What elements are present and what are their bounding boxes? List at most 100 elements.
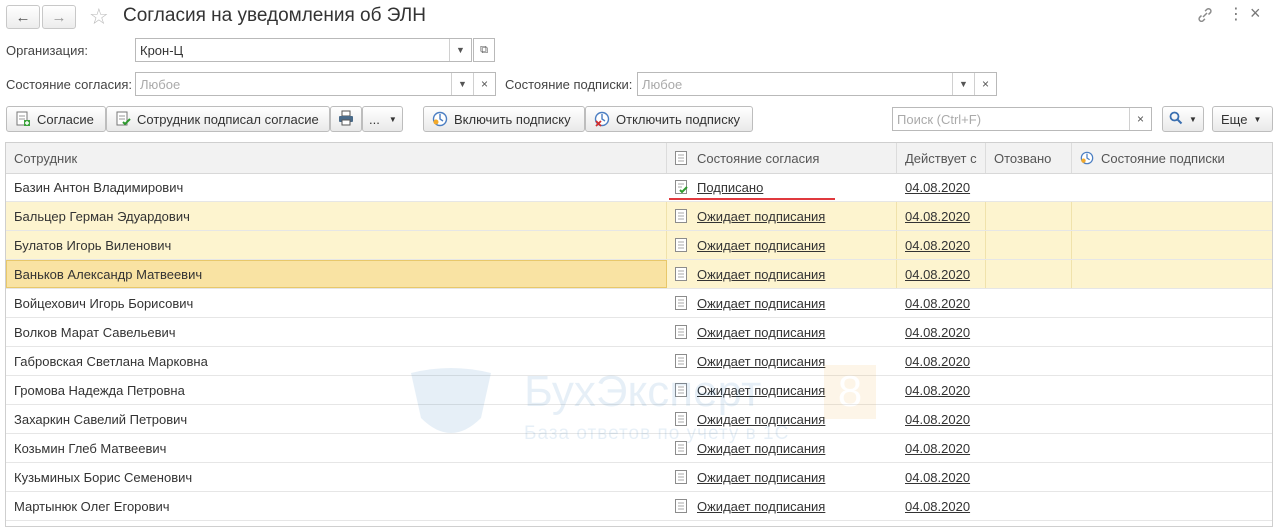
- consent-state-cell[interactable]: Подписано: [667, 173, 897, 201]
- clear-icon[interactable]: ×: [1129, 108, 1151, 130]
- valid-from-cell[interactable]: 04.08.2020: [897, 231, 986, 259]
- employee-name[interactable]: Бальцер Герман Эдуардович: [6, 202, 667, 230]
- table-row[interactable]: Козьмин Глеб Матвеевич Ожидает подписания…: [6, 434, 1272, 463]
- valid-from-link[interactable]: 04.08.2020: [905, 412, 970, 427]
- valid-from-link[interactable]: 04.08.2020: [905, 499, 970, 514]
- valid-from-cell[interactable]: 04.08.2020: [897, 405, 986, 433]
- valid-from-link[interactable]: 04.08.2020: [905, 441, 970, 456]
- consent-state-cell[interactable]: Ожидает подписания: [667, 405, 897, 433]
- valid-from-link[interactable]: 04.08.2020: [905, 470, 970, 485]
- valid-from-link[interactable]: 04.08.2020: [905, 180, 970, 195]
- org-select[interactable]: Крон-Ц ▼: [135, 38, 472, 62]
- consent-state-cell[interactable]: Ожидает подписания: [667, 376, 897, 404]
- consent-state-link[interactable]: Ожидает подписания: [697, 470, 825, 485]
- valid-from-cell[interactable]: 04.08.2020: [897, 347, 986, 375]
- more-button[interactable]: Еще ▼: [1212, 106, 1273, 132]
- employee-name[interactable]: Кузьминых Борис Семенович: [6, 463, 667, 491]
- consent-state-link[interactable]: Подписано: [697, 180, 763, 195]
- consent-state-link[interactable]: Ожидает подписания: [697, 209, 825, 224]
- clear-icon[interactable]: ×: [974, 73, 996, 95]
- consent-state-link[interactable]: Ожидает подписания: [697, 325, 825, 340]
- employee-name[interactable]: Булатов Игорь Виленович: [6, 231, 667, 259]
- col-consent-state[interactable]: Состояние согласия: [667, 143, 897, 173]
- consent-state-link[interactable]: Ожидает подписания: [697, 238, 825, 253]
- table-row[interactable]: Бальцер Герман Эдуардович Ожидает подписа…: [6, 202, 1272, 231]
- consent-state-cell[interactable]: Ожидает подписания: [667, 318, 897, 346]
- valid-from-cell[interactable]: 04.08.2020: [897, 318, 986, 346]
- valid-from-cell[interactable]: 04.08.2020: [897, 289, 986, 317]
- employees-table[interactable]: Сотрудник Состояние согласия Действует с…: [5, 142, 1273, 527]
- consent-state-link[interactable]: Ожидает подписания: [697, 354, 825, 369]
- valid-from-link[interactable]: 04.08.2020: [905, 325, 970, 340]
- col-revoked[interactable]: Отозвано: [986, 143, 1072, 173]
- employee-name[interactable]: Захаркин Савелий Петрович: [6, 405, 667, 433]
- print-button[interactable]: [330, 106, 362, 132]
- disable-subscription-button[interactable]: Отключить подписку: [585, 106, 753, 132]
- consent-state-link[interactable]: Ожидает подписания: [697, 412, 825, 427]
- link-icon[interactable]: [1196, 6, 1214, 27]
- employee-name[interactable]: Габровская Светлана Марковна: [6, 347, 667, 375]
- consent-state-link[interactable]: Ожидает подписания: [697, 296, 825, 311]
- valid-from-link[interactable]: 04.08.2020: [905, 267, 970, 282]
- employee-name[interactable]: Мартынюк Олег Егорович: [6, 492, 667, 520]
- employee-name[interactable]: Волков Марат Савельевич: [6, 318, 667, 346]
- table-row[interactable]: Войцехович Игорь Борисович Ожидает подпис…: [6, 289, 1272, 318]
- table-row[interactable]: Кузьминых Борис Семенович Ожидает подписа…: [6, 463, 1272, 492]
- consent-state-link[interactable]: Ожидает подписания: [697, 383, 825, 398]
- chevron-down-icon[interactable]: ▼: [449, 39, 471, 61]
- valid-from-link[interactable]: 04.08.2020: [905, 238, 970, 253]
- valid-from-link[interactable]: 04.08.2020: [905, 209, 970, 224]
- consent-state-cell[interactable]: Ожидает подписания: [667, 231, 897, 259]
- col-subscription-state[interactable]: Состояние подписки: [1072, 143, 1272, 173]
- chevron-down-icon[interactable]: ▼: [952, 73, 974, 95]
- consent-state-link[interactable]: Ожидает подписания: [697, 441, 825, 456]
- employee-name[interactable]: Войцехович Игорь Борисович: [6, 289, 667, 317]
- more-dots-button[interactable]: ... ▼: [362, 106, 403, 132]
- sub-state-select[interactable]: Любое ▼ ×: [637, 72, 997, 96]
- table-row[interactable]: Волков Марат Савельевич Ожидает подписани…: [6, 318, 1272, 347]
- valid-from-cell[interactable]: 04.08.2020: [897, 376, 986, 404]
- forward-button[interactable]: →: [42, 5, 76, 29]
- valid-from-cell[interactable]: 04.08.2020: [897, 434, 986, 462]
- kebab-menu-icon[interactable]: ⋮: [1228, 4, 1244, 24]
- valid-from-cell[interactable]: 04.08.2020: [897, 202, 986, 230]
- consent-state-cell[interactable]: Ожидает подписания: [667, 492, 897, 520]
- employee-name[interactable]: Ваньков Александр Матвеевич: [6, 260, 667, 288]
- chevron-down-icon[interactable]: ▼: [451, 73, 473, 95]
- consent-button[interactable]: Согласие: [6, 106, 106, 132]
- consent-state-cell[interactable]: Ожидает подписания: [667, 347, 897, 375]
- valid-from-cell[interactable]: 04.08.2020: [897, 173, 986, 201]
- consent-state-cell[interactable]: Ожидает подписания: [667, 289, 897, 317]
- table-row[interactable]: Мартынюк Олег Егорович Ожидает подписания…: [6, 492, 1272, 521]
- consent-state-cell[interactable]: Ожидает подписания: [667, 202, 897, 230]
- table-row[interactable]: Ваньков Александр Матвеевич Ожидает подпи…: [6, 260, 1272, 289]
- enable-subscription-button[interactable]: Включить подписку: [423, 106, 585, 132]
- consent-state-cell[interactable]: Ожидает подписания: [667, 260, 897, 288]
- search-button[interactable]: ▼: [1162, 106, 1204, 132]
- table-row[interactable]: Базин Антон Владимирович Подписано 04.08.2…: [6, 173, 1272, 202]
- valid-from-link[interactable]: 04.08.2020: [905, 383, 970, 398]
- col-employee[interactable]: Сотрудник: [6, 143, 667, 173]
- employee-name[interactable]: Базин Антон Владимирович: [6, 173, 667, 201]
- valid-from-cell[interactable]: 04.08.2020: [897, 492, 986, 520]
- valid-from-cell[interactable]: 04.08.2020: [897, 463, 986, 491]
- clear-icon[interactable]: ×: [473, 73, 495, 95]
- table-row[interactable]: Захаркин Савелий Петрович Ожидает подписа…: [6, 405, 1272, 434]
- consent-state-select[interactable]: Любое ▼ ×: [135, 72, 496, 96]
- close-icon[interactable]: ×: [1250, 3, 1261, 24]
- valid-from-link[interactable]: 04.08.2020: [905, 354, 970, 369]
- table-row[interactable]: Громова Надежда Петровна Ожидает подписан…: [6, 376, 1272, 405]
- org-open-button[interactable]: ⧉: [473, 38, 495, 62]
- table-row[interactable]: Булатов Игорь Виленович Ожидает подписани…: [6, 231, 1272, 260]
- consent-state-cell[interactable]: Ожидает подписания: [667, 463, 897, 491]
- table-row[interactable]: Габровская Светлана Марковна Ожидает подп…: [6, 347, 1272, 376]
- valid-from-cell[interactable]: 04.08.2020: [897, 260, 986, 288]
- consent-state-link[interactable]: Ожидает подписания: [697, 267, 825, 282]
- search-input[interactable]: Поиск (Ctrl+F) ×: [892, 107, 1152, 131]
- valid-from-link[interactable]: 04.08.2020: [905, 296, 970, 311]
- employee-signed-button[interactable]: Сотрудник подписал согласие: [106, 106, 330, 132]
- employee-name[interactable]: Козьмин Глеб Матвеевич: [6, 434, 667, 462]
- employee-name[interactable]: Громова Надежда Петровна: [6, 376, 667, 404]
- consent-state-cell[interactable]: Ожидает подписания: [667, 434, 897, 462]
- back-button[interactable]: ←: [6, 5, 40, 29]
